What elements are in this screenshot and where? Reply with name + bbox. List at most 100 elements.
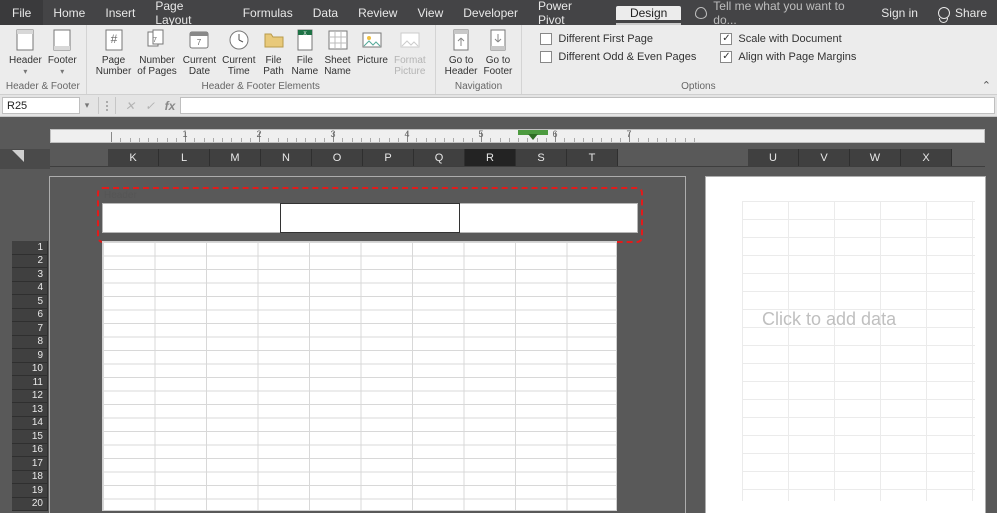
horizontal-ruler[interactable]: 1234567: [50, 129, 985, 143]
column-header[interactable]: P: [363, 149, 414, 166]
row-header[interactable]: 7: [12, 322, 48, 336]
tab-design[interactable]: Design: [616, 6, 681, 20]
ribbon-group-navigation: Go to Header Go to Footer Navigation: [436, 25, 523, 94]
page-number-button[interactable]: # Page Number: [93, 28, 135, 77]
row-header[interactable]: 1: [12, 241, 48, 255]
column-headers: KLMNOPQRST UVWX: [50, 149, 985, 167]
opt-align-page-margins[interactable]: ✓ Align with Page Margins: [720, 51, 856, 63]
tellme-search[interactable]: Tell me what you want to do...: [695, 0, 871, 25]
sheet-name-button[interactable]: Sheet Name: [321, 28, 354, 77]
goto-footer-button[interactable]: Go to Footer: [480, 28, 515, 77]
column-header[interactable]: S: [516, 149, 567, 166]
column-header[interactable]: V: [799, 149, 850, 166]
column-header[interactable]: X: [901, 149, 952, 166]
chevron-down-icon: ▾: [60, 66, 64, 77]
opt-different-first-page[interactable]: Different First Page: [540, 33, 696, 45]
row-header[interactable]: 16: [12, 444, 48, 458]
select-all-corner[interactable]: [0, 149, 50, 169]
column-header[interactable]: U: [748, 149, 799, 166]
share-button[interactable]: Share: [928, 0, 997, 25]
name-box[interactable]: R25: [2, 97, 80, 114]
number-of-pages-button[interactable]: 7 Number of Pages: [134, 28, 179, 77]
tab-pagelayout[interactable]: Page Layout: [145, 0, 232, 25]
name-box-dropdown[interactable]: ▾: [80, 95, 94, 116]
header-left-section[interactable]: [102, 203, 281, 233]
header-center-section[interactable]: [280, 203, 459, 233]
file-path-button[interactable]: File Path: [259, 28, 289, 77]
header-page-icon: [13, 28, 37, 52]
row-header[interactable]: 4: [12, 282, 48, 296]
row-header[interactable]: 20: [12, 498, 48, 512]
row-header[interactable]: 11: [12, 376, 48, 390]
column-header[interactable]: K: [108, 149, 159, 166]
column-header[interactable]: N: [261, 149, 312, 166]
header-sections: [102, 203, 638, 233]
tab-home[interactable]: Home: [43, 0, 95, 25]
grid-icon: [326, 28, 350, 52]
goto-footer-icon: [486, 28, 510, 52]
tab-view[interactable]: View: [407, 0, 453, 25]
tab-review[interactable]: Review: [348, 0, 407, 25]
tab-developer[interactable]: Developer: [453, 0, 528, 25]
formula-bar-row: R25 ▾ ✕ ✓ fx: [0, 95, 997, 117]
opt-different-odd-even[interactable]: Different Odd & Even Pages: [540, 51, 696, 63]
title-bar: File Home Insert Page Layout Formulas Da…: [0, 0, 997, 25]
grip-icon[interactable]: [103, 95, 111, 116]
lightbulb-icon: [695, 7, 707, 19]
row-header[interactable]: 10: [12, 363, 48, 377]
tab-formulas[interactable]: Formulas: [233, 0, 303, 25]
header-right-section[interactable]: [459, 203, 638, 233]
column-header[interactable]: R: [465, 149, 516, 166]
calendar-icon: 7: [187, 28, 211, 52]
row-header[interactable]: 12: [12, 390, 48, 404]
cancel-formula-button[interactable]: ✕: [120, 95, 140, 116]
current-date-button[interactable]: 7 Current Date: [180, 28, 219, 77]
row-header[interactable]: 9: [12, 349, 48, 363]
footer-button[interactable]: Footer ▾: [45, 28, 80, 77]
format-picture-button[interactable]: Format Picture: [391, 28, 429, 77]
current-time-button[interactable]: Current Time: [219, 28, 258, 77]
opt-scale-with-document[interactable]: ✓ Scale with Document: [720, 33, 856, 45]
goto-header-button[interactable]: Go to Header: [442, 28, 481, 77]
tab-data[interactable]: Data: [303, 0, 348, 25]
svg-text:7: 7: [153, 37, 157, 44]
picture-icon: [360, 28, 384, 52]
share-label: Share: [955, 6, 987, 20]
column-header[interactable]: O: [312, 149, 363, 166]
row-header[interactable]: 8: [12, 336, 48, 350]
signin-link[interactable]: Sign in: [871, 0, 928, 25]
column-header[interactable]: W: [850, 149, 901, 166]
row-header[interactable]: 13: [12, 403, 48, 417]
row-header[interactable]: 18: [12, 471, 48, 485]
formula-bar[interactable]: [180, 97, 995, 114]
row-header[interactable]: 19: [12, 484, 48, 498]
file-tab[interactable]: File: [0, 0, 43, 25]
row-header[interactable]: 17: [12, 457, 48, 471]
checkbox-icon: [540, 51, 552, 63]
column-header[interactable]: Q: [414, 149, 465, 166]
row-header[interactable]: 14: [12, 417, 48, 431]
row-header[interactable]: 5: [12, 295, 48, 309]
cell-grid[interactable]: [102, 241, 617, 511]
header-button[interactable]: Header ▾: [6, 28, 45, 77]
tab-insert[interactable]: Insert: [95, 0, 145, 25]
row-header[interactable]: 15: [12, 430, 48, 444]
column-header[interactable]: M: [210, 149, 261, 166]
ribbon-group-options: Different First Page Different Odd & Eve…: [522, 25, 874, 94]
ribbon-group-headerfooter: Header ▾ Footer ▾ Header & Footer: [0, 25, 87, 94]
collapse-ribbon-button[interactable]: ⌃: [982, 79, 991, 92]
insert-function-button[interactable]: fx: [160, 95, 180, 116]
column-header[interactable]: L: [159, 149, 210, 166]
ribbon-group-elements: # Page Number 7 Number of Pages 7 Curren…: [87, 25, 436, 94]
file-name-button[interactable]: X File Name: [289, 28, 322, 77]
enter-formula-button[interactable]: ✓: [140, 95, 160, 116]
column-header[interactable]: T: [567, 149, 618, 166]
header-label: Header: [9, 55, 42, 66]
right-pane-placeholder[interactable]: Click to add data: [762, 309, 896, 330]
picture-button[interactable]: Picture: [354, 28, 391, 66]
tab-powerpivot[interactable]: Power Pivot: [528, 0, 612, 25]
row-header[interactable]: 6: [12, 309, 48, 323]
row-header[interactable]: 2: [12, 255, 48, 269]
row-header[interactable]: 3: [12, 268, 48, 282]
header-section-label: Header: [104, 190, 137, 201]
